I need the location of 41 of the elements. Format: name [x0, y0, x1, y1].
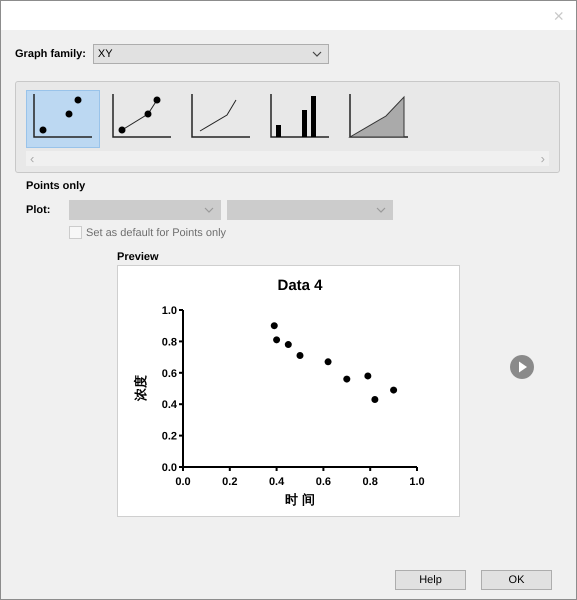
y-tick-label: 0.8 — [162, 336, 177, 348]
data-point — [371, 396, 378, 403]
caret-icon — [312, 51, 322, 57]
y-axis-title: 浓度 — [133, 375, 148, 401]
x-axis-title: 时 间 — [285, 492, 315, 507]
x-tick-label: 0.4 — [268, 476, 284, 488]
graph-type-tile[interactable] — [26, 90, 100, 148]
preview-label: Preview — [117, 251, 160, 263]
x-tick-label: 0.6 — [316, 476, 332, 488]
y-tick-label: 0.6 — [162, 368, 177, 380]
section-title: Points only — [26, 180, 86, 192]
y-tick-label: 0.0 — [162, 462, 177, 474]
chart-title: Data 4 — [277, 277, 323, 294]
horizontal-scrollbar[interactable]: ‹ › — [26, 151, 549, 166]
play-icon[interactable] — [510, 355, 534, 379]
data-point — [390, 386, 398, 394]
caret-icon — [204, 207, 214, 213]
data-point — [324, 358, 332, 366]
data-point — [284, 341, 292, 348]
plot-label: Plot: — [26, 204, 52, 216]
y-tick-label: 0.2 — [162, 430, 177, 443]
close-button[interactable]: × — [541, 6, 576, 24]
y-tick-label: 1.0 — [162, 305, 177, 317]
y-tick-label: 0.4 — [162, 399, 177, 412]
data-point — [343, 376, 350, 383]
data-point — [273, 336, 280, 344]
data-point — [270, 322, 278, 330]
scroll-right-arrow[interactable]: › — [540, 151, 545, 166]
x-tick-label: 0.0 — [175, 476, 191, 488]
x-tick-label: 0.2 — [222, 476, 238, 488]
scroll-left-arrow[interactable]: ‹ — [30, 151, 34, 166]
data-point — [364, 372, 372, 380]
x-tick-label: 0.8 — [362, 476, 378, 488]
graph-family-dropdown[interactable]: XY — [92, 44, 329, 64]
x-tick-label: 1.0 — [409, 476, 425, 488]
data-point — [296, 352, 304, 360]
caret-icon — [376, 207, 386, 213]
dialog-button[interactable]: Help — [395, 570, 466, 590]
dialog-button[interactable]: OK — [481, 570, 552, 590]
graph-family-label: Graph family: — [15, 48, 86, 60]
checkbox-label: Set as default for Points only — [86, 226, 226, 238]
